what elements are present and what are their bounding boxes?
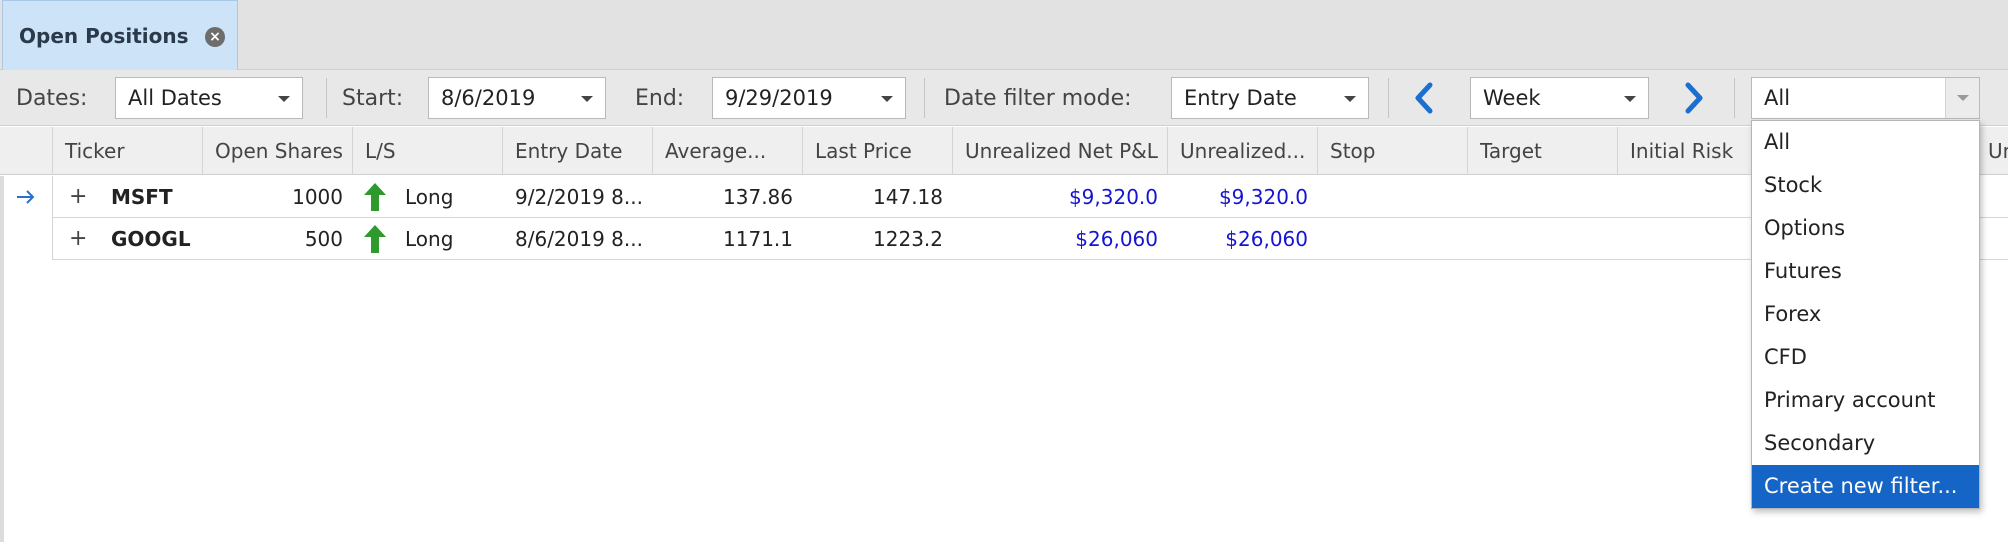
date-filter-mode-label: Date filter mode: xyxy=(944,86,1132,111)
filter-option-stock[interactable]: Stock xyxy=(1752,164,1979,207)
column-header-initial-risk[interactable]: Initial Risk xyxy=(1617,127,1767,175)
arrow-right-icon xyxy=(17,190,35,204)
filter-option-futures[interactable]: Futures xyxy=(1752,250,1979,293)
average-cell: 137.86 xyxy=(723,185,793,209)
column-header-open-shares[interactable]: Open Shares xyxy=(202,127,352,175)
period-combo[interactable]: Week xyxy=(1470,77,1649,119)
last-price-cell: 1223.2 xyxy=(873,227,943,251)
grid-header: Ticker Open Shares L/S Entry Date Averag… xyxy=(0,127,2008,175)
chevron-down-icon xyxy=(278,96,290,102)
chevron-down-icon xyxy=(1344,96,1356,102)
entry-date-cell: 9/2/2019 8... xyxy=(515,185,643,209)
ticker-cell: GOOGL xyxy=(111,227,191,251)
unrealized-net-pnl-cell: $26,060 xyxy=(1075,227,1158,251)
column-header-last-price[interactable]: Last Price xyxy=(802,127,952,175)
ticker-cell: MSFT xyxy=(111,185,173,209)
tab-title: Open Positions xyxy=(19,23,189,48)
chevron-down-icon[interactable] xyxy=(1945,78,1979,118)
start-date-value: 8/6/2019 xyxy=(441,86,536,110)
column-header-entry-date[interactable]: Entry Date xyxy=(502,127,652,175)
up-arrow-icon xyxy=(364,183,386,211)
side-cell: Long xyxy=(405,185,454,209)
start-label: Start: xyxy=(342,86,404,111)
column-header-unrealized[interactable]: Unrealized... xyxy=(1167,127,1317,175)
table-row[interactable]: + MSFT 1000 Long 9/2/2019 8... 137.86 14… xyxy=(52,176,2008,218)
filter-option-create-new[interactable]: Create new filter... xyxy=(1752,465,1979,508)
side-cell: Long xyxy=(405,227,454,251)
entry-date-cell: 8/6/2019 8... xyxy=(515,227,643,251)
end-date-value: 9/29/2019 xyxy=(725,86,833,110)
unrealized-cell: $26,060 xyxy=(1225,227,1308,251)
chevron-down-icon xyxy=(1624,96,1636,102)
filter-toolbar: Dates: All Dates Start: 8/6/2019 End: 9/… xyxy=(0,70,2008,126)
end-label: End: xyxy=(635,86,685,111)
chevron-down-icon xyxy=(881,96,893,102)
expand-row-button[interactable]: + xyxy=(69,218,87,260)
grid-left-border xyxy=(0,176,4,542)
filter-option-forex[interactable]: Forex xyxy=(1752,293,1979,336)
separator xyxy=(326,78,327,118)
up-arrow-icon xyxy=(364,225,386,253)
separator xyxy=(924,78,925,118)
filter-option-secondary[interactable]: Secondary xyxy=(1752,422,1979,465)
column-header-ticker[interactable]: Ticker xyxy=(52,127,202,175)
unrealized-net-pnl-cell: $9,320.0 xyxy=(1068,185,1158,209)
end-date-picker[interactable]: 9/29/2019 xyxy=(712,77,906,119)
row-indicator-header xyxy=(0,127,52,175)
open-shares-cell: 1000 xyxy=(292,185,343,209)
dates-value: All Dates xyxy=(128,86,222,110)
filter-option-cfd[interactable]: CFD xyxy=(1752,336,1979,379)
column-header-average[interactable]: Average... xyxy=(652,127,802,175)
filter-value: All xyxy=(1764,86,1791,110)
chevron-left-icon[interactable] xyxy=(1412,82,1438,114)
filter-combo[interactable]: All xyxy=(1751,77,1980,119)
tab-strip: Open Positions × xyxy=(0,0,2008,70)
open-shares-cell: 500 xyxy=(304,227,343,251)
tab-open-positions[interactable]: Open Positions × xyxy=(2,0,238,70)
unrealized-cell: $9,320.0 xyxy=(1218,185,1308,209)
close-icon[interactable]: × xyxy=(205,27,225,47)
date-filter-mode-combo[interactable]: Entry Date xyxy=(1171,77,1369,119)
date-filter-mode-value: Entry Date xyxy=(1184,86,1297,110)
column-header-side[interactable]: L/S xyxy=(352,127,502,175)
last-price-cell: 147.18 xyxy=(873,185,943,209)
filter-option-primary-account[interactable]: Primary account xyxy=(1752,379,1979,422)
positions-grid: + MSFT 1000 Long 9/2/2019 8... 137.86 14… xyxy=(0,176,2008,542)
separator xyxy=(1388,78,1389,118)
table-row[interactable]: + GOOGL 500 Long 8/6/2019 8... 1171.1 12… xyxy=(52,218,2008,260)
start-date-picker[interactable]: 8/6/2019 xyxy=(428,77,606,119)
chevron-right-icon[interactable] xyxy=(1680,82,1706,114)
filter-option-options[interactable]: Options xyxy=(1752,207,1979,250)
period-value: Week xyxy=(1483,86,1541,110)
dates-label: Dates: xyxy=(16,86,88,111)
column-header-unrealized-net-pnl[interactable]: Unrealized Net P&L xyxy=(952,127,1167,175)
chevron-down-icon xyxy=(581,96,593,102)
dates-combo[interactable]: All Dates xyxy=(115,77,303,119)
filter-option-all[interactable]: All xyxy=(1752,121,1979,164)
separator xyxy=(1734,78,1735,118)
average-cell: 1171.1 xyxy=(723,227,793,251)
column-header-target[interactable]: Target xyxy=(1467,127,1617,175)
expand-row-button[interactable]: + xyxy=(69,176,87,218)
column-header-stop[interactable]: Stop xyxy=(1317,127,1467,175)
filter-dropdown-list: All Stock Options Futures Forex CFD Prim… xyxy=(1751,120,1980,509)
